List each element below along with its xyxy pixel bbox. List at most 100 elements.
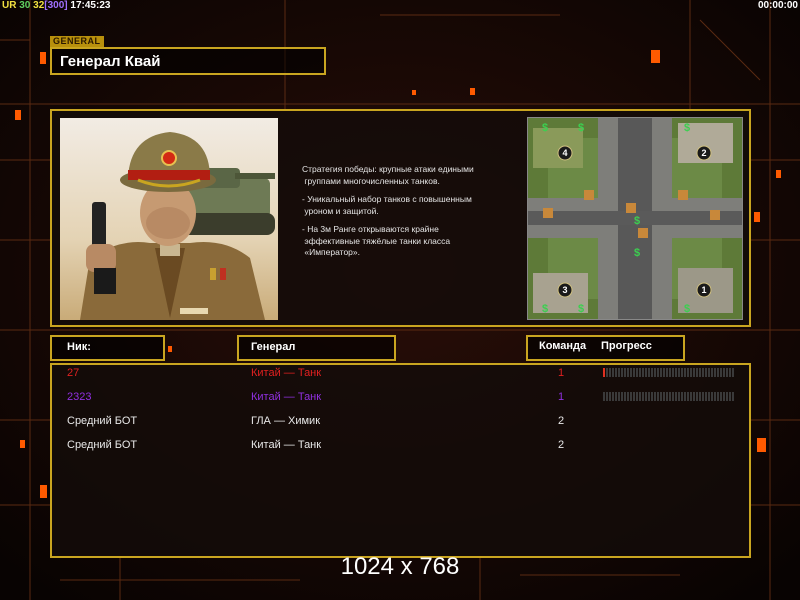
- progress-segment: [699, 392, 701, 401]
- progress-segment: [666, 392, 668, 401]
- progress-segment: [729, 368, 731, 377]
- progress-segment: [699, 368, 701, 377]
- start-position-1: 1: [701, 285, 706, 295]
- player-stats: UR 30 32[300] 17:45:23: [2, 0, 110, 11]
- progress-segment: [714, 368, 716, 377]
- description-bullet-2: - На 3м Ранге открываются крайне эффекти…: [302, 224, 451, 257]
- progress-segment: [660, 392, 662, 401]
- progress-segment: [648, 368, 650, 377]
- description-bullet-1: - Уникальный набор танков с повышенным у…: [302, 194, 472, 216]
- progress-segment: [627, 392, 629, 401]
- svg-text:$: $: [684, 122, 690, 134]
- player-row: Средний БОТ ГЛА — Химик 2: [67, 415, 747, 431]
- progress-segment: [636, 392, 638, 401]
- resolution-overlay: 1024 x 768: [340, 553, 460, 580]
- progress-segment: [615, 392, 617, 401]
- progress-segment: [702, 368, 704, 377]
- svg-text:$: $: [542, 122, 548, 134]
- progress-segment: [642, 368, 644, 377]
- clock: 17:45:23: [70, 0, 111, 11]
- general-portrait: [60, 118, 278, 320]
- progress-segment: [618, 392, 620, 401]
- progress-segment: [651, 392, 653, 401]
- progress-segment: [693, 392, 695, 401]
- player-team: 1: [558, 367, 565, 379]
- svg-text:$: $: [542, 303, 548, 315]
- progress-segment: [675, 392, 677, 401]
- player-team: 2: [558, 415, 565, 427]
- progress-segment: [708, 392, 710, 401]
- progress-segment: [666, 368, 668, 377]
- progress-segment: [681, 392, 683, 401]
- player-nick: 2323: [67, 391, 92, 403]
- player-row: Средний БОТ Китай — Танк 2: [67, 439, 747, 455]
- progress-segment: [603, 392, 605, 401]
- progress-segment: [639, 392, 641, 401]
- progress-segment: [657, 392, 659, 401]
- progress-segment: [633, 368, 635, 377]
- general-tab-label: GENERAL: [50, 36, 104, 47]
- progress-segment: [609, 368, 611, 377]
- game-timer: 00:00:00: [757, 0, 798, 11]
- progress-segment: [606, 392, 608, 401]
- progress-segment: [720, 368, 722, 377]
- progress-segment: [690, 368, 692, 377]
- progress-segment: [705, 368, 707, 377]
- progress-segment: [612, 392, 614, 401]
- progress-segment: [645, 392, 647, 401]
- progress-segment: [621, 392, 623, 401]
- progress-segment: [684, 368, 686, 377]
- svg-text:$: $: [578, 122, 584, 134]
- status-bar: [0, 0, 800, 14]
- progress-segment: [723, 368, 725, 377]
- player-row: 27 Китай — Танк 1: [67, 367, 747, 383]
- progress-segment: [687, 368, 689, 377]
- player-general: Китай — Танк: [251, 391, 322, 403]
- progress-segment: [603, 368, 605, 377]
- stat-value-3: [300]: [44, 0, 68, 11]
- progress-segment: [648, 392, 650, 401]
- progress-segment: [612, 368, 614, 377]
- header-nick: Ник:: [67, 341, 91, 353]
- progress-segment: [627, 368, 629, 377]
- stat-value-2: 32: [33, 0, 45, 11]
- progress-segment: [669, 368, 671, 377]
- general-description: Стратегия победы: крупные атаки едиными …: [302, 164, 517, 266]
- progress-segment: [663, 392, 665, 401]
- svg-text:$: $: [634, 247, 640, 259]
- progress-segment: [690, 392, 692, 401]
- progress-segment: [705, 392, 707, 401]
- progress-segment: [657, 368, 659, 377]
- progress-segment: [654, 392, 656, 401]
- start-position-4: 4: [562, 148, 567, 158]
- progress-segment: [723, 392, 725, 401]
- minimap-image: $ $ $ $ $ $ $ $ 4 2 3 1: [528, 118, 742, 319]
- progress-segment: [642, 392, 644, 401]
- player-team: 2: [558, 439, 565, 451]
- progress-segment: [717, 392, 719, 401]
- progress-segment: [633, 392, 635, 401]
- progress-segment: [675, 368, 677, 377]
- player-nick: 27: [67, 367, 80, 379]
- progress-segment: [729, 392, 731, 401]
- progress-segment: [672, 392, 674, 401]
- player-nick: Средний БОТ: [67, 415, 138, 427]
- progress-segment: [693, 368, 695, 377]
- general-name: Генерал Квай: [60, 53, 161, 70]
- progress-segment: [726, 392, 728, 401]
- progress-segment: [708, 368, 710, 377]
- minimap: $ $ $ $ $ $ $ $ 4 2 3 1: [527, 117, 743, 320]
- start-position-2: 2: [701, 148, 706, 158]
- progress-segment: [684, 392, 686, 401]
- progress-segment: [714, 392, 716, 401]
- progress-segment: [651, 368, 653, 377]
- progress-segment: [624, 392, 626, 401]
- progress-segment: [681, 368, 683, 377]
- progress-segment: [615, 368, 617, 377]
- progress-segment: [606, 368, 608, 377]
- player-general: ГЛА — Химик: [251, 415, 321, 427]
- progress-segment: [654, 368, 656, 377]
- progress-segment: [621, 368, 623, 377]
- player-nick: Средний БОТ: [67, 439, 138, 451]
- svg-text:$: $: [634, 215, 640, 227]
